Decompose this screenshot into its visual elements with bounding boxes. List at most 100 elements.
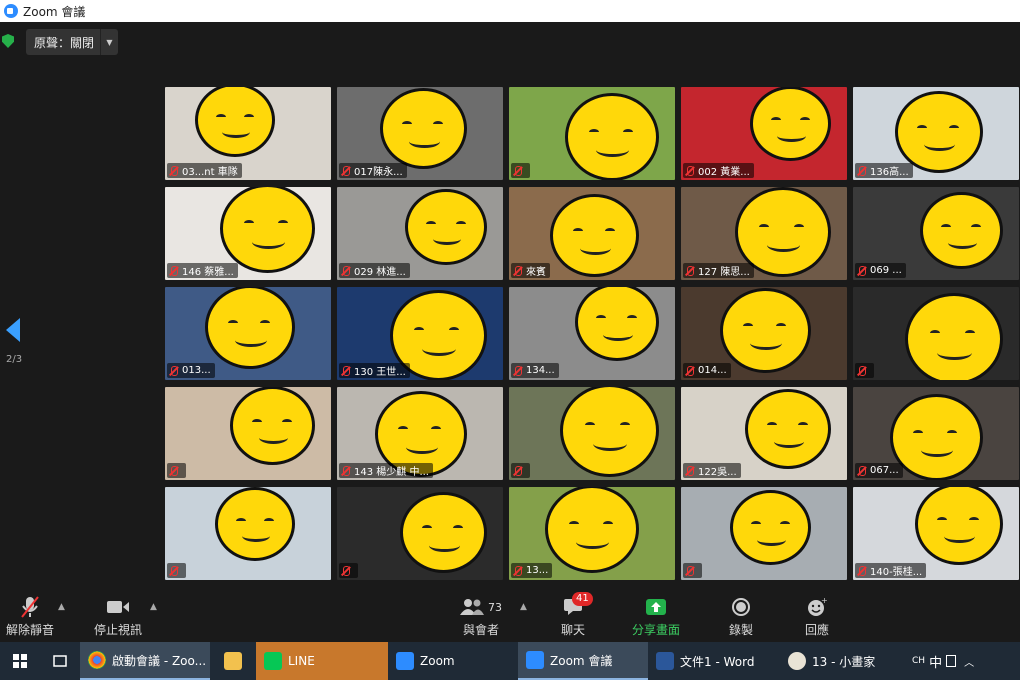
participant-name-bar: 122吳...	[683, 463, 741, 478]
participant-tile[interactable]	[337, 487, 503, 580]
video-options-caret[interactable]: ▲	[150, 602, 157, 612]
zoom-app-icon	[396, 652, 414, 670]
participant-tile[interactable]	[853, 287, 1019, 380]
participants-icon: 73	[456, 596, 506, 618]
muted-mic-icon	[169, 165, 178, 176]
participants-button[interactable]: 73 與會者	[456, 596, 506, 638]
participant-name-bar	[683, 563, 702, 578]
original-sound-label: 原聲：關閉	[34, 35, 95, 50]
smiley-plus-icon: +	[802, 596, 832, 618]
participant-tile[interactable]: 146 蔡雅...	[165, 187, 331, 280]
participant-name: 002 黃業...	[698, 167, 750, 178]
svg-text:+: +	[821, 597, 827, 605]
participant-name-bar: 03...nt 車隊	[167, 163, 242, 178]
muted-mic-icon	[341, 165, 350, 176]
participant-tile[interactable]	[165, 487, 331, 580]
participant-tile[interactable]: 122吳...	[681, 387, 847, 480]
chat-bubble-icon: 41	[558, 592, 593, 618]
participant-tile[interactable]: 014...	[681, 287, 847, 380]
stop-video-button[interactable]: 停止視訊	[94, 596, 142, 638]
reactions-button[interactable]: + 回應	[802, 596, 832, 638]
share-screen-button[interactable]: 分享畫面	[632, 596, 680, 638]
participant-tile[interactable]: 130 王世...	[337, 287, 503, 380]
participant-name-bar: 067...	[855, 463, 903, 478]
participant-name: 136高...	[870, 167, 909, 178]
participant-name: 127 陳思...	[698, 267, 750, 278]
participant-tile[interactable]: 136高...	[853, 87, 1019, 180]
original-sound-button[interactable]: 原聲：關閉 ▼	[26, 29, 118, 55]
emoji-sticker	[405, 189, 487, 265]
participant-name: 067...	[870, 465, 899, 476]
muted-mic-icon	[341, 365, 350, 376]
zoom-meeting-icon	[526, 651, 544, 669]
taskbar-file-explorer[interactable]	[210, 642, 256, 680]
participant-tile[interactable]: 002 黃業...	[681, 87, 847, 180]
emoji-sticker	[220, 187, 315, 273]
participant-tile[interactable]	[509, 387, 675, 480]
taskbar-paint[interactable]: 13 - 小畫家	[780, 642, 908, 680]
participant-tile[interactable]: 017陳永...	[337, 87, 503, 180]
paint-palette-icon	[788, 652, 806, 670]
muted-mic-icon	[513, 565, 522, 576]
encryption-shield-icon[interactable]	[2, 34, 14, 48]
participant-name-bar: 069 ...	[855, 263, 906, 278]
emoji-sticker	[550, 194, 639, 277]
window-title: Zoom 會議	[23, 4, 86, 19]
language-indicator[interactable]: CH	[912, 656, 925, 666]
participants-options-caret[interactable]: ▲	[520, 602, 527, 612]
participant-tile[interactable]: 069 ...	[853, 187, 1019, 280]
participant-name-bar: 130 王世...	[339, 363, 410, 378]
emoji-sticker	[545, 487, 639, 573]
line-app-icon	[264, 652, 282, 670]
taskbar-chrome-label: 啟動會議 - Zoo...	[112, 653, 207, 668]
participant-tile[interactable]: 134...	[509, 287, 675, 380]
tray-expand-icon[interactable]: ︿	[964, 654, 974, 669]
reactions-label: 回應	[804, 623, 829, 637]
taskbar-word[interactable]: 文件1 - Word	[648, 642, 780, 680]
participant-tile[interactable]: 140-張桂...	[853, 487, 1019, 580]
participant-tile[interactable]: 來賓	[509, 187, 675, 280]
record-button[interactable]: 錄製	[726, 596, 756, 638]
taskbar-line[interactable]: LINE	[256, 642, 388, 680]
emoji-sticker	[730, 490, 811, 565]
audio-options-caret[interactable]: ▲	[58, 602, 65, 612]
unmute-label: 解除靜音	[6, 623, 55, 637]
participant-name-bar: 13...	[511, 563, 553, 578]
chat-label: 聊天	[560, 623, 585, 637]
share-screen-icon	[641, 596, 671, 618]
participant-tile[interactable]	[509, 87, 675, 180]
participant-name: 029 林進...	[354, 267, 406, 278]
task-view-button[interactable]	[40, 642, 80, 680]
participant-tile[interactable]: 03...nt 車隊	[165, 87, 331, 180]
taskbar-zoom[interactable]: Zoom	[388, 642, 518, 680]
zoom-logo-icon	[4, 4, 18, 18]
participant-tile[interactable]: 127 陳思...	[681, 187, 847, 280]
emoji-sticker	[915, 487, 1003, 565]
unmute-button[interactable]: 解除靜音	[6, 596, 54, 638]
participant-tile[interactable]: 013...	[165, 287, 331, 380]
taskbar-zoom-meeting[interactable]: Zoom 會議	[518, 642, 648, 680]
chevron-down-icon[interactable]: ▼	[100, 29, 118, 55]
ime-mode-icon[interactable]	[946, 655, 957, 667]
muted-mic-icon	[857, 265, 866, 276]
participant-name: 013...	[182, 365, 211, 376]
ime-indicator[interactable]: 中	[929, 652, 942, 671]
video-camera-icon	[103, 596, 133, 618]
muted-mic-icon	[169, 465, 178, 476]
participant-tile[interactable]: 067...	[853, 387, 1019, 480]
emoji-sticker	[205, 287, 295, 369]
share-screen-label: 分享畫面	[632, 623, 681, 637]
emoji-sticker	[195, 87, 275, 157]
window-titlebar: Zoom 會議	[0, 0, 1020, 22]
participant-tile[interactable]	[681, 487, 847, 580]
participant-tile[interactable]	[165, 387, 331, 480]
participant-tile[interactable]: 029 林進...	[337, 187, 503, 280]
emoji-sticker	[890, 394, 983, 480]
participant-tile[interactable]: 13...	[509, 487, 675, 580]
participant-tile[interactable]: 143 楊少麒 中...	[337, 387, 503, 480]
taskbar-chrome[interactable]: 啟動會議 - Zoo...	[80, 642, 210, 680]
previous-page-button[interactable]	[6, 318, 20, 342]
emoji-sticker	[560, 387, 659, 477]
chat-button[interactable]: 41 聊天	[558, 592, 593, 638]
windows-start-button[interactable]	[0, 642, 40, 680]
